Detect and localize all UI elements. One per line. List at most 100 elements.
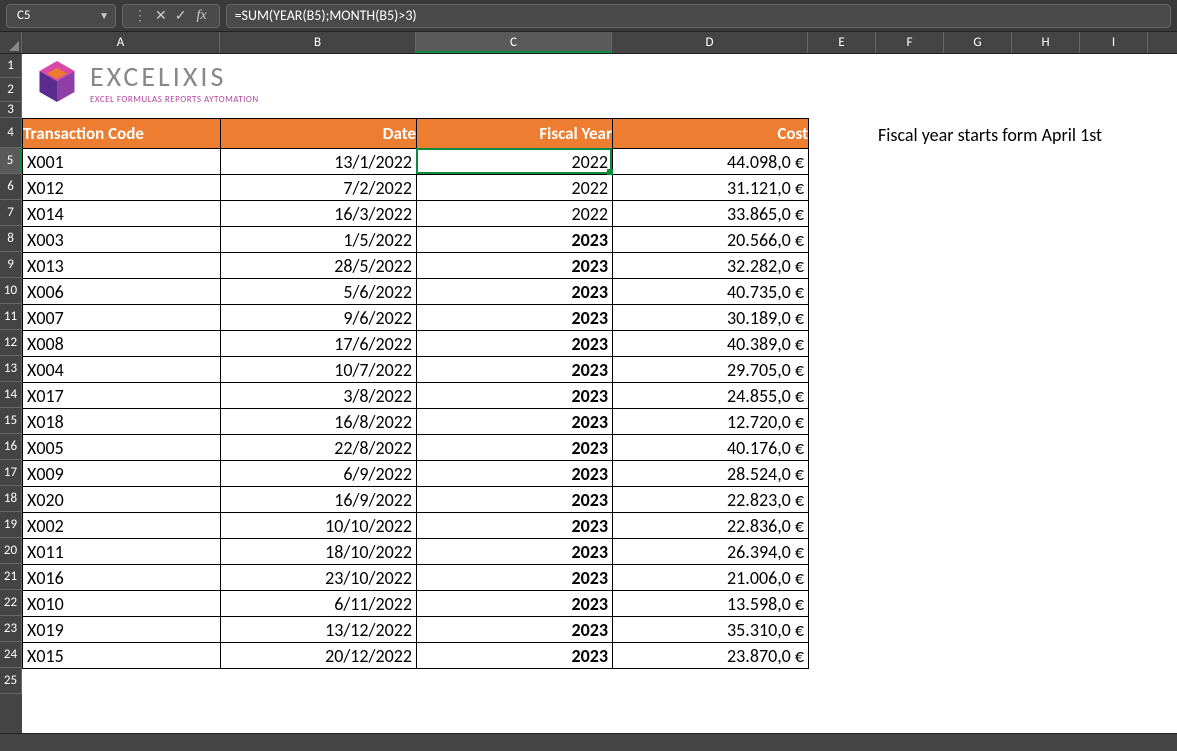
col-header-E[interactable]: E <box>808 32 876 53</box>
cell-date[interactable]: 16/8/2022 <box>221 409 417 435</box>
row-header-23[interactable]: 23 <box>0 616 22 642</box>
cell-code[interactable]: X008 <box>23 331 221 357</box>
row-header-18[interactable]: 18 <box>0 486 22 512</box>
col-header-D[interactable]: D <box>612 32 808 53</box>
row-header-7[interactable]: 7 <box>0 200 22 226</box>
cell-fy[interactable]: 2022 <box>417 201 613 227</box>
enter-icon[interactable]: ✓ <box>171 7 191 24</box>
cell-code[interactable]: X005 <box>23 435 221 461</box>
cell-code[interactable]: X019 <box>23 617 221 643</box>
cell-code[interactable]: X015 <box>23 643 221 669</box>
th-fiscal-year[interactable]: Fiscal Year <box>417 119 613 149</box>
cell-date[interactable]: 16/9/2022 <box>221 487 417 513</box>
cell-date[interactable]: 7/2/2022 <box>221 175 417 201</box>
cell-date[interactable]: 6/11/2022 <box>221 591 417 617</box>
cell-code[interactable]: X007 <box>23 305 221 331</box>
cell-cost[interactable]: 13.598,0 € <box>613 591 809 617</box>
cell-date[interactable]: 5/6/2022 <box>221 279 417 305</box>
cell-cost[interactable]: 40.735,0 € <box>613 279 809 305</box>
col-header-G[interactable]: G <box>944 32 1012 53</box>
cell-cost[interactable]: 33.865,0 € <box>613 201 809 227</box>
cell-code[interactable]: X014 <box>23 201 221 227</box>
row-header-21[interactable]: 21 <box>0 564 22 590</box>
cell-fy[interactable]: 2023 <box>417 643 613 669</box>
cell-date[interactable]: 22/8/2022 <box>221 435 417 461</box>
cell-code[interactable]: X020 <box>23 487 221 513</box>
cell-code[interactable]: X003 <box>23 227 221 253</box>
cell-fy[interactable]: 2023 <box>417 357 613 383</box>
cell-date[interactable]: 13/12/2022 <box>221 617 417 643</box>
cell-cost[interactable]: 22.823,0 € <box>613 487 809 513</box>
cell-cost[interactable]: 44.098,0 € <box>613 149 809 175</box>
row-header-19[interactable]: 19 <box>0 512 22 538</box>
cell-code[interactable]: X012 <box>23 175 221 201</box>
cell-cost[interactable]: 40.389,0 € <box>613 331 809 357</box>
row-header-8[interactable]: 8 <box>0 226 22 252</box>
cell-fy[interactable]: 2023 <box>417 565 613 591</box>
cell-fy[interactable]: 2022 <box>417 149 613 175</box>
cell-code[interactable]: X010 <box>23 591 221 617</box>
row-header-10[interactable]: 10 <box>0 278 22 304</box>
cell-date[interactable]: 13/1/2022 <box>221 149 417 175</box>
cell-date[interactable]: 23/10/2022 <box>221 565 417 591</box>
row-header-1[interactable]: 1 <box>0 54 22 78</box>
select-all-corner[interactable] <box>0 32 22 53</box>
row-header-12[interactable]: 12 <box>0 330 22 356</box>
row-header-11[interactable]: 11 <box>0 304 22 330</box>
th-transaction-code[interactable]: Transaction Code <box>23 119 221 149</box>
chevron-down-icon[interactable]: ▼ <box>99 9 109 22</box>
row-header-2[interactable]: 2 <box>0 78 22 102</box>
cell-fy[interactable]: 2023 <box>417 487 613 513</box>
row-header-25[interactable]: 25 <box>0 668 22 694</box>
col-header-F[interactable]: F <box>876 32 944 53</box>
th-cost[interactable]: Cost <box>613 119 809 149</box>
cell-fy[interactable]: 2023 <box>417 617 613 643</box>
name-box[interactable]: C5 ▼ <box>6 4 116 28</box>
cell-cost[interactable]: 20.566,0 € <box>613 227 809 253</box>
cell-date[interactable]: 10/10/2022 <box>221 513 417 539</box>
col-header-C[interactable]: C <box>416 32 612 53</box>
col-header-H[interactable]: H <box>1012 32 1080 53</box>
cell-cost[interactable]: 32.282,0 € <box>613 253 809 279</box>
cell-date[interactable]: 3/8/2022 <box>221 383 417 409</box>
cell-fy[interactable]: 2023 <box>417 279 613 305</box>
row-header-15[interactable]: 15 <box>0 408 22 434</box>
col-header-A[interactable]: A <box>22 32 220 53</box>
cell-cost[interactable]: 35.310,0 € <box>613 617 809 643</box>
row-header-9[interactable]: 9 <box>0 252 22 278</box>
cell-code[interactable]: X004 <box>23 357 221 383</box>
cell-fy[interactable]: 2023 <box>417 513 613 539</box>
cell-code[interactable]: X017 <box>23 383 221 409</box>
cell-date[interactable]: 20/12/2022 <box>221 643 417 669</box>
cell-date[interactable]: 1/5/2022 <box>221 227 417 253</box>
row-header-17[interactable]: 17 <box>0 460 22 486</box>
cell-cost[interactable]: 40.176,0 € <box>613 435 809 461</box>
row-header-13[interactable]: 13 <box>0 356 22 382</box>
cell-fy[interactable]: 2023 <box>417 409 613 435</box>
row-header-24[interactable]: 24 <box>0 642 22 668</box>
cell-fy[interactable]: 2022 <box>417 175 613 201</box>
cell-code[interactable]: X002 <box>23 513 221 539</box>
formula-input[interactable]: =SUM(YEAR(B5);MONTH(B5)>3) <box>226 4 1171 28</box>
cell-cost[interactable]: 21.006,0 € <box>613 565 809 591</box>
cell-code[interactable]: X013 <box>23 253 221 279</box>
cell-date[interactable]: 28/5/2022 <box>221 253 417 279</box>
cell-code[interactable]: X009 <box>23 461 221 487</box>
cell-date[interactable]: 18/10/2022 <box>221 539 417 565</box>
cell-code[interactable]: X006 <box>23 279 221 305</box>
row-header-5[interactable]: 5 <box>0 148 22 174</box>
th-date[interactable]: Date <box>221 119 417 149</box>
cell-fy[interactable]: 2023 <box>417 461 613 487</box>
cell-code[interactable]: X016 <box>23 565 221 591</box>
cell-cost[interactable]: 28.524,0 € <box>613 461 809 487</box>
cell-date[interactable]: 10/7/2022 <box>221 357 417 383</box>
cell-fy[interactable]: 2023 <box>417 305 613 331</box>
cell-cost[interactable]: 12.720,0 € <box>613 409 809 435</box>
cell-fy[interactable]: 2023 <box>417 383 613 409</box>
row-header-4[interactable]: 4 <box>0 118 22 148</box>
grid[interactable]: EXCELIXIS EXCEL FORMULAS REPORTS AYTOMAT… <box>22 54 1177 733</box>
cell-code[interactable]: X001 <box>23 149 221 175</box>
cell-cost[interactable]: 30.189,0 € <box>613 305 809 331</box>
fx-icon[interactable]: fx <box>190 8 212 24</box>
row-header-14[interactable]: 14 <box>0 382 22 408</box>
